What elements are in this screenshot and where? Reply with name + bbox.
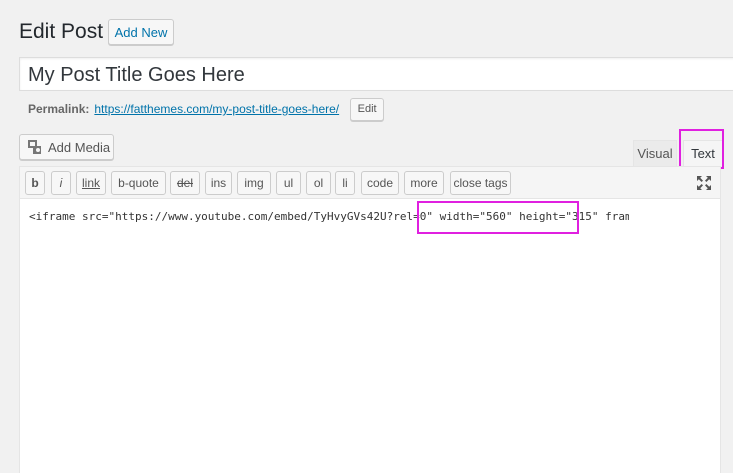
text-tab-highlight xyxy=(679,129,724,169)
permalink-label: Permalink: xyxy=(28,102,90,116)
code-button[interactable]: code xyxy=(361,171,399,195)
width-height-highlight xyxy=(417,201,579,234)
del-button[interactable]: del xyxy=(170,171,200,195)
more-button[interactable]: more xyxy=(404,171,444,195)
expand-icon[interactable] xyxy=(696,175,712,191)
add-media-button[interactable]: Add Media xyxy=(19,134,114,160)
tab-visual[interactable]: Visual xyxy=(633,140,677,166)
add-media-label: Add Media xyxy=(48,139,111,155)
add-new-button[interactable]: Add New xyxy=(108,19,174,45)
permalink-link[interactable]: https://fatthemes.com/my-post-title-goes… xyxy=(94,102,339,116)
media-icon xyxy=(28,140,41,154)
italic-button[interactable]: i xyxy=(51,171,71,195)
permalink-row: Permalink: https://fatthemes.com/my-post… xyxy=(28,97,385,121)
img-button[interactable]: img xyxy=(237,171,271,195)
close-tags-button[interactable]: close tags xyxy=(450,171,511,195)
editor: b i link b-quote del ins img ul ol li co… xyxy=(19,166,721,473)
ul-button[interactable]: ul xyxy=(276,171,301,195)
li-button[interactable]: li xyxy=(335,171,355,195)
link-button[interactable]: link xyxy=(76,171,106,195)
post-title-input[interactable]: My Post Title Goes Here xyxy=(19,57,733,91)
quicktags-toolbar: b i link b-quote del ins img ul ol li co… xyxy=(20,167,720,199)
ins-button[interactable]: ins xyxy=(205,171,232,195)
bold-button[interactable]: b xyxy=(25,171,45,195)
edit-permalink-button[interactable]: Edit xyxy=(350,97,385,121)
ol-button[interactable]: ol xyxy=(306,171,331,195)
b-quote-button[interactable]: b-quote xyxy=(111,171,166,195)
page-title: Edit Post xyxy=(19,20,104,43)
